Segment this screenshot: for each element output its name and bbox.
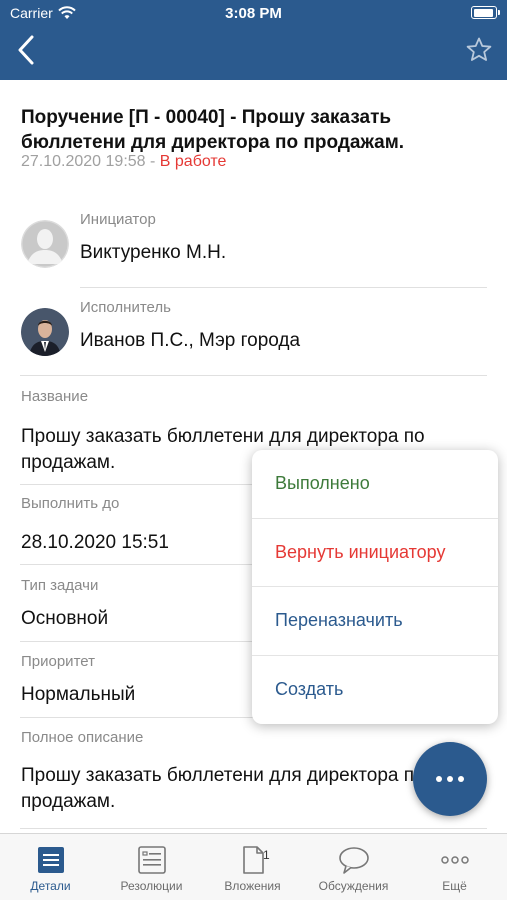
- avatar-placeholder-icon: [21, 220, 69, 268]
- tab-label: Детали: [30, 879, 71, 893]
- discussions-icon: [338, 847, 369, 874]
- more-dots-icon: [447, 776, 453, 782]
- more-dots-icon: [436, 776, 442, 782]
- tab-label: Вложения: [224, 879, 281, 893]
- menu-item-return-to-initiator[interactable]: Вернуть инициатору: [252, 519, 498, 587]
- executor-photo: [21, 308, 69, 356]
- navigation-bar: Carrier 3:08 PM: [0, 0, 507, 80]
- executor-name: Иванов П.С., Мэр города: [80, 330, 301, 351]
- action-menu: Выполнено Вернуть инициатору Переназначи…: [252, 450, 498, 724]
- name-label: Название: [21, 388, 89, 405]
- description-label: Полное описание: [21, 729, 144, 746]
- task-type-label: Тип задачи: [21, 577, 99, 594]
- menu-item-completed[interactable]: Выполнено: [252, 450, 498, 519]
- task-datetime: 27.10.2020 19:58: [21, 153, 146, 170]
- favorite-star-icon[interactable]: [465, 36, 493, 64]
- status-time: 3:08 PM: [225, 5, 282, 22]
- initiator-label: Инициатор: [80, 211, 156, 228]
- tab-label: Обсуждения: [318, 879, 389, 893]
- menu-item-create[interactable]: Создать: [252, 656, 498, 725]
- tab-resolutions[interactable]: Резолюции: [101, 834, 202, 900]
- divider: [20, 375, 487, 376]
- attachments-count-badge: 1: [263, 848, 270, 862]
- more-dots-icon: [458, 776, 464, 782]
- executor-avatar: [21, 308, 69, 356]
- menu-item-reassign[interactable]: Переназначить: [252, 587, 498, 656]
- tab-attachments[interactable]: 1 Вложения: [202, 834, 303, 900]
- priority-label: Приоритет: [21, 653, 95, 670]
- task-meta-separator: -: [145, 153, 160, 170]
- details-icon: [37, 847, 64, 873]
- tab-more[interactable]: Ещё: [404, 834, 505, 900]
- task-title: Поручение [П - 00040] - Прошу заказать б…: [21, 107, 405, 153]
- back-chevron-icon[interactable]: [14, 34, 42, 66]
- task-status: В работе: [159, 153, 227, 170]
- initiator-avatar: [21, 220, 69, 268]
- initiator-name: Виктуренко М.Н.: [80, 242, 227, 263]
- tab-label: Резолюции: [120, 879, 183, 893]
- due-label: Выполнить до: [21, 495, 120, 512]
- tab-discussions[interactable]: Обсуждения: [303, 834, 404, 900]
- tab-label: Ещё: [442, 879, 467, 893]
- executor-row[interactable]: Исполнитель Иванов П.С., Мэр города: [0, 288, 507, 376]
- tab-details[interactable]: Детали: [0, 834, 101, 900]
- executor-label: Исполнитель: [80, 299, 171, 316]
- battery-icon: [471, 6, 500, 19]
- initiator-row[interactable]: Инициатор Виктуренко М.Н.: [0, 200, 507, 288]
- status-bar: Carrier 3:08 PM: [0, 5, 507, 25]
- resolutions-icon: [137, 846, 166, 874]
- actions-fab-button[interactable]: [413, 742, 487, 816]
- more-icon: [440, 856, 469, 864]
- divider: [20, 828, 487, 829]
- tab-bar: Детали Резолюции 1 Вложения Обсуждения Е…: [0, 833, 507, 900]
- task-meta: 27.10.2020 19:58 - В работе: [21, 153, 226, 171]
